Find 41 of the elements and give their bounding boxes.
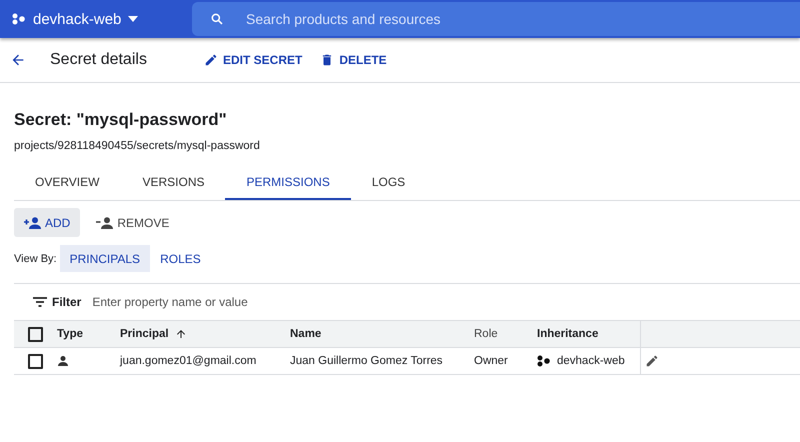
pencil-icon[interactable] <box>645 354 659 368</box>
view-toggle[interactable]: PRINCIPALS <box>60 245 150 272</box>
filter-label: Filter <box>52 295 82 309</box>
search-icon <box>210 12 224 26</box>
tab[interactable]: PERMISSIONS <box>225 175 351 200</box>
checkbox[interactable] <box>28 326 43 342</box>
pencil-icon <box>204 53 218 67</box>
remove-person-icon <box>96 216 114 228</box>
table-cell: juan.gomez01@gmail.com <box>120 355 256 367</box>
caret-icon <box>128 16 138 22</box>
tab[interactable]: VERSIONS <box>120 175 226 200</box>
checkbox[interactable] <box>28 354 43 368</box>
filter-icon <box>33 297 47 307</box>
edit-button[interactable]: EDIT SECRET <box>204 53 302 67</box>
remove-button[interactable]: REMOVE <box>86 208 180 237</box>
tab[interactable]: OVERVIEW <box>14 175 120 200</box>
table-cell: devhack-web <box>557 355 625 367</box>
view-toggle[interactable]: ROLES <box>150 245 211 272</box>
column-header[interactable]: Principal <box>120 328 169 340</box>
add-person-icon <box>24 216 42 228</box>
project-selector[interactable]: devhack-web <box>0 10 192 28</box>
column-header[interactable]: Inheritance <box>537 328 598 340</box>
page-title: Secret details <box>50 51 148 69</box>
nodes-icon <box>12 13 26 25</box>
tab[interactable]: LOGS <box>350 175 426 200</box>
sort-arrow-icon[interactable] <box>174 328 187 340</box>
column-header[interactable]: Type <box>57 328 83 340</box>
add-button[interactable]: ADD <box>14 208 80 237</box>
delete-button[interactable]: DELETE <box>320 53 387 67</box>
secret-title: Secret: "mysql-password" <box>14 110 228 130</box>
back-arrow-icon[interactable] <box>10 52 26 68</box>
table-cell: Juan Guillermo Gomez Torres <box>290 355 443 367</box>
search-input[interactable]: Search products and resources <box>244 10 800 28</box>
secret-path: projects/928118490455/secrets/mysql-password <box>14 140 261 152</box>
column-header[interactable]: Role <box>474 328 498 340</box>
view-by-label: View By: <box>14 252 57 264</box>
table-cell: Owner <box>474 355 508 367</box>
search-field[interactable]: Search products and resources <box>192 2 800 36</box>
nodes-icon <box>537 355 551 367</box>
column-header[interactable]: Name <box>290 328 322 340</box>
person-icon <box>57 355 69 367</box>
